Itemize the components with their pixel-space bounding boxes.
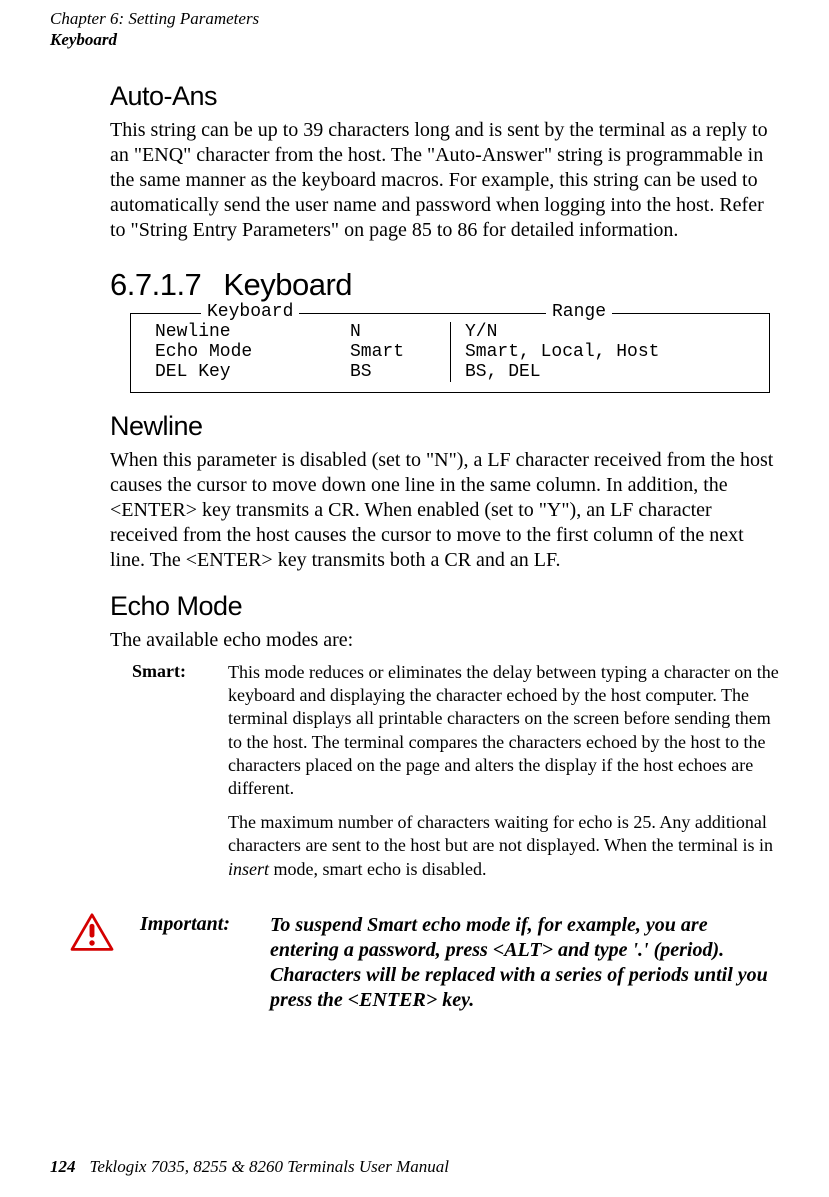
keyboard-section-heading: 6.7.1.7 Keyboard — [110, 267, 779, 303]
section-number: 6.7.1.7 — [110, 267, 201, 302]
important-text: To suspend Smart echo mode if, for examp… — [270, 913, 779, 1013]
important-label: Important: — [140, 913, 270, 936]
param-name: Echo Mode — [145, 342, 340, 362]
auto-ans-body: This string can be up to 39 characters l… — [110, 118, 779, 243]
table-row: Echo Mode Smart Smart, Local, Host — [145, 342, 755, 362]
echo-mode-heading: Echo Mode — [110, 591, 779, 622]
legend-keyboard: Keyboard — [201, 302, 299, 322]
page-number: 124 — [50, 1157, 76, 1176]
param-name: DEL Key — [145, 362, 340, 382]
legend-range: Range — [546, 302, 612, 322]
newline-heading: Newline — [110, 411, 779, 442]
table-row: DEL Key BS BS, DEL — [145, 362, 755, 382]
important-note: Important: To suspend Smart echo mode if… — [70, 913, 779, 1013]
smart-p2-post: mode, smart echo is disabled. — [269, 859, 486, 879]
footer-title: Teklogix 7035, 8255 & 8260 Terminals Use… — [90, 1157, 450, 1176]
param-value: Smart — [340, 342, 451, 362]
param-name: Newline — [145, 322, 340, 342]
main-content: Auto-Ans This string can be up to 39 cha… — [110, 81, 779, 1014]
echo-mode-definitions: Smart: This mode reduces or eliminates t… — [110, 661, 779, 892]
warning-icon — [70, 913, 140, 958]
param-value: BS — [340, 362, 451, 382]
param-value: N — [340, 322, 451, 342]
page: Chapter 6: Setting Parameters Keyboard A… — [0, 0, 829, 1197]
footer: 124 Teklogix 7035, 8255 & 8260 Terminals … — [50, 1157, 779, 1177]
keyboard-param-table: Newline N Y/N Echo Mode Smart Smart, Loc… — [145, 322, 755, 382]
keyboard-fieldset: Keyboard Range Newline N Y/N Echo Mode S… — [130, 313, 770, 393]
keyboard-table-wrap: Keyboard Range Newline N Y/N Echo Mode S… — [130, 313, 770, 393]
chapter-label: Chapter 6: Setting Parameters — [50, 8, 779, 29]
table-row: Newline N Y/N — [145, 322, 755, 342]
smart-p2: The maximum number of characters waiting… — [228, 811, 779, 881]
smart-p2-em: insert — [228, 859, 269, 879]
newline-body: When this parameter is disabled (set to … — [110, 448, 779, 573]
section-title: Keyboard — [223, 267, 352, 302]
smart-label: Smart: — [110, 661, 228, 682]
running-head: Chapter 6: Setting Parameters Keyboard — [50, 8, 779, 51]
param-range: BS, DEL — [451, 362, 756, 382]
smart-p1: This mode reduces or eliminates the dela… — [228, 661, 779, 801]
smart-body: This mode reduces or eliminates the dela… — [228, 661, 779, 892]
smart-p2-pre: The maximum number of characters waiting… — [228, 812, 773, 855]
echo-mode-intro: The available echo modes are: — [110, 628, 779, 653]
param-range: Y/N — [451, 322, 756, 342]
param-range: Smart, Local, Host — [451, 342, 756, 362]
echo-mode-smart-row: Smart: This mode reduces or eliminates t… — [110, 661, 779, 892]
topic-label: Keyboard — [50, 29, 779, 50]
auto-ans-heading: Auto-Ans — [110, 81, 779, 112]
